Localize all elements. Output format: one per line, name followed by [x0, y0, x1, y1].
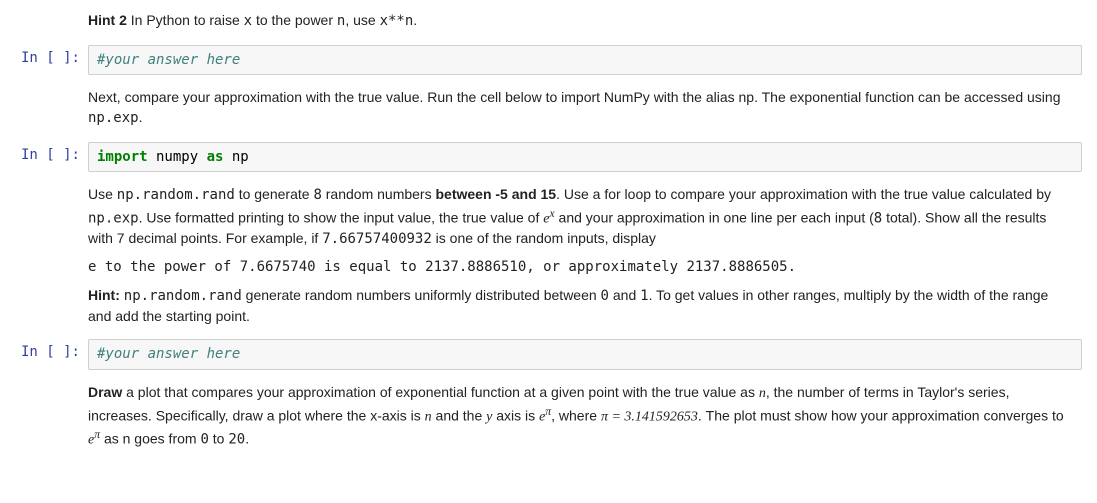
example-output: e to the power of 7.6675740 is equal to … [88, 258, 1075, 278]
para1: Next, compare your approximation with th… [88, 88, 1075, 128]
code-cell-2[interactable]: In [ ]: import numpy as np [0, 140, 1097, 175]
hint2-content: Hint 2 In Python to raise x to the power… [88, 4, 1082, 39]
para3-cell: Draw a plot that compares your approxima… [0, 374, 1097, 459]
para1-content: Next, compare your approximation with th… [88, 81, 1082, 135]
code-input-3[interactable]: #your answer here [88, 339, 1082, 370]
code-comment: #your answer here [97, 52, 240, 68]
para1-cell: Next, compare your approximation with th… [0, 79, 1097, 137]
code-comment: #your answer here [97, 346, 240, 362]
hint2-cell: Hint 2 In Python to raise x to the power… [0, 2, 1097, 41]
para3-content: Draw a plot that compares your approxima… [88, 376, 1082, 457]
code-input-2[interactable]: import numpy as np [88, 142, 1082, 173]
code-cell-3[interactable]: In [ ]: #your answer here [0, 337, 1097, 372]
para2-content: Use np.random.rand to generate 8 random … [88, 178, 1082, 333]
prompt-in-2: In [ ]: [5, 142, 88, 173]
hint3: Hint: np.random.rand generate random num… [88, 286, 1075, 326]
hint2-paragraph: Hint 2 In Python to raise x to the power… [88, 11, 1075, 32]
para2: Use np.random.rand to generate 8 random … [88, 185, 1075, 249]
code-input-1[interactable]: #your answer here [88, 45, 1082, 76]
hint3-label: Hint: [88, 287, 120, 303]
prompt-empty [5, 4, 88, 39]
code-cell-1[interactable]: In [ ]: #your answer here [0, 43, 1097, 78]
hint2-label: Hint 2 [88, 12, 127, 28]
para3: Draw a plot that compares your approxima… [88, 383, 1075, 450]
para2-cell: Use np.random.rand to generate 8 random … [0, 176, 1097, 335]
prompt-in-1: In [ ]: [5, 45, 88, 76]
prompt-in-3: In [ ]: [5, 339, 88, 370]
